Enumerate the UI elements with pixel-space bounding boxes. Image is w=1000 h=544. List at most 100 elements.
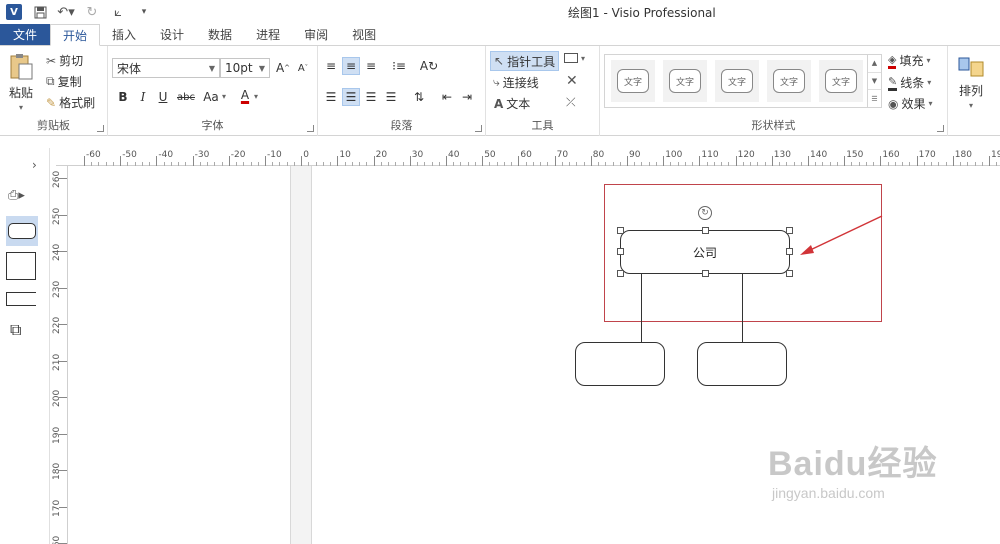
copy-button[interactable]: ⧉ 复制 [46,73,82,90]
clipboard-launcher-icon[interactable] [97,125,104,132]
resize-handle[interactable] [617,270,624,277]
font-color-button[interactable]: A [236,86,254,104]
resize-handle[interactable] [786,248,793,255]
connector-icon: ⤷ [493,75,500,89]
align-right-icon[interactable]: ☰ [362,88,380,106]
tab-review[interactable]: 审阅 [292,24,340,45]
customize-icon[interactable]: ▾ [136,4,152,20]
ruler-label: 180 [954,150,972,160]
rectangle-stencil-icon[interactable] [6,252,36,280]
rounded-rectangle-stencil-icon[interactable] [6,216,38,246]
connection-point-icon: ⤫ [566,95,576,109]
redo-icon[interactable]: ↻ [84,4,100,20]
connector-stencil-icon[interactable]: ⧉ [10,320,21,340]
clipboard-group: 粘贴 ▾ ✂ 剪切 ⧉ 复制 ✎ 格式刷 剪贴板 [0,46,108,136]
paragraph-launcher-icon[interactable] [475,125,482,132]
child-shape-right[interactable] [697,342,787,386]
ruler-tick [844,156,846,166]
shape-style-item[interactable]: 文字 [715,60,759,102]
ruler-label: 10 [339,150,351,160]
bold-button[interactable]: B [114,88,132,106]
resize-handle[interactable] [617,248,624,255]
increase-indent-icon[interactable]: ⇥ [458,88,476,106]
rectangle-stencil-icon-2[interactable] [6,292,36,306]
decrease-indent-icon[interactable]: ⇤ [438,88,456,106]
cut-button[interactable]: ✂ 剪切 [46,52,83,69]
pointer-tool-button[interactable]: ↖ 指针工具 [490,51,560,71]
fill-bucket-icon: ◈ [888,53,897,69]
align-left-icon[interactable]: ☰ [322,88,340,106]
stencil-menu-icon[interactable]: ⎙▸ [8,188,25,203]
gallery-up-icon[interactable]: ▲ [868,55,881,73]
align-top-icon[interactable]: ≡ [322,57,340,75]
company-shape[interactable]: 公司 [620,230,790,274]
line-button[interactable]: ✎ 线条 ▾ [888,74,931,91]
text-tool-button[interactable]: A 文本 [494,95,530,112]
paste-button[interactable]: 粘贴 ▾ [8,52,34,112]
grow-font-button[interactable]: A ^ [274,59,292,77]
tab-data[interactable]: 数据 [196,24,244,45]
resize-handle[interactable] [786,270,793,277]
effects-button[interactable]: ◉ 效果 ▾ [888,95,933,112]
shrink-font-button[interactable]: Aˇ [294,59,312,77]
tab-design[interactable]: 设计 [148,24,196,45]
align-bottom-icon[interactable]: ≡ [362,57,380,75]
close-tool-button[interactable]: ✕ [566,73,578,89]
tab-process[interactable]: 进程 [244,24,292,45]
justify-icon[interactable]: ☰ [382,88,400,106]
gallery-down-icon[interactable]: ▼ [868,73,881,91]
format-painter-button[interactable]: ✎ 格式刷 [46,94,95,111]
ruler-label: 120 [737,150,755,160]
connector-line[interactable] [742,274,743,342]
chevron-down-icon[interactable]: ▾ [254,92,258,101]
chevron-down-icon: ▾ [581,53,586,63]
connector-icon[interactable]: ⟀ [110,4,126,20]
tab-view[interactable]: 视图 [340,24,388,45]
font-name-combo[interactable]: 宋体 ▼ [112,58,220,78]
line-label: 线条 [900,76,925,90]
font-launcher-icon[interactable] [307,125,314,132]
shape-style-item[interactable]: 文字 [611,60,655,102]
shape-style-item[interactable]: 文字 [819,60,863,102]
align-center-icon[interactable]: ☰ [342,88,360,106]
italic-button[interactable]: I [134,88,152,106]
fill-button[interactable]: ◈ 填充 ▾ [888,52,931,69]
connector-line[interactable] [641,274,642,342]
bullets-icon[interactable]: ⁝≡ [390,57,408,75]
child-shape-left[interactable] [575,342,665,386]
save-icon[interactable] [32,4,48,20]
distribute-icon[interactable]: ⇅ [410,88,428,106]
connector-tool-button[interactable]: ⤷ 连接线 [493,74,539,91]
shape-styles-launcher-icon[interactable] [937,125,944,132]
shape-style-item[interactable]: 文字 [663,60,707,102]
arrange-label: 排列 [958,84,983,98]
font-name-value: 宋体 [117,61,142,76]
resize-handle[interactable] [786,227,793,234]
connection-point-button[interactable]: ⤫ [566,95,576,110]
resize-handle[interactable] [702,227,709,234]
format-painter-label: 格式刷 [59,96,96,110]
drawing-canvas[interactable]: 公司 ↻ Baidu经验 jingyan.baidu.com [68,166,1000,544]
align-middle-icon[interactable]: ≡ [342,57,360,75]
undo-icon[interactable]: ↶▾ [57,4,74,20]
font-group: 宋体 ▼ 10pt ▼ A ^ Aˇ B I U abc Aa ▾ A ▾ 字体 [108,46,318,136]
paste-dropdown-icon[interactable]: ▾ [19,103,23,112]
ruler-label: 80 [592,150,605,160]
rectangle-tool-button[interactable]: ▾ [564,53,585,63]
rotate-handle-icon[interactable]: ↻ [698,206,712,220]
strikethrough-button[interactable]: abc [174,88,198,106]
expand-panel-icon[interactable]: › [32,158,37,172]
resize-handle[interactable] [702,270,709,277]
tab-home[interactable]: 开始 [50,24,101,46]
chevron-down-icon[interactable]: ▾ [222,92,226,101]
shape-style-item[interactable]: 文字 [767,60,811,102]
tab-insert[interactable]: 插入 [100,24,148,45]
resize-handle[interactable] [617,227,624,234]
gallery-more-icon[interactable]: ☰ [868,90,881,107]
text-direction-icon[interactable]: A↻ [420,57,438,75]
arrange-button[interactable]: 排列 ▾ [958,54,984,110]
change-case-button[interactable]: Aa [200,88,222,106]
font-size-combo[interactable]: 10pt ▼ [220,58,270,78]
tab-file[interactable]: 文件 [0,24,50,45]
underline-button[interactable]: U [154,88,172,106]
